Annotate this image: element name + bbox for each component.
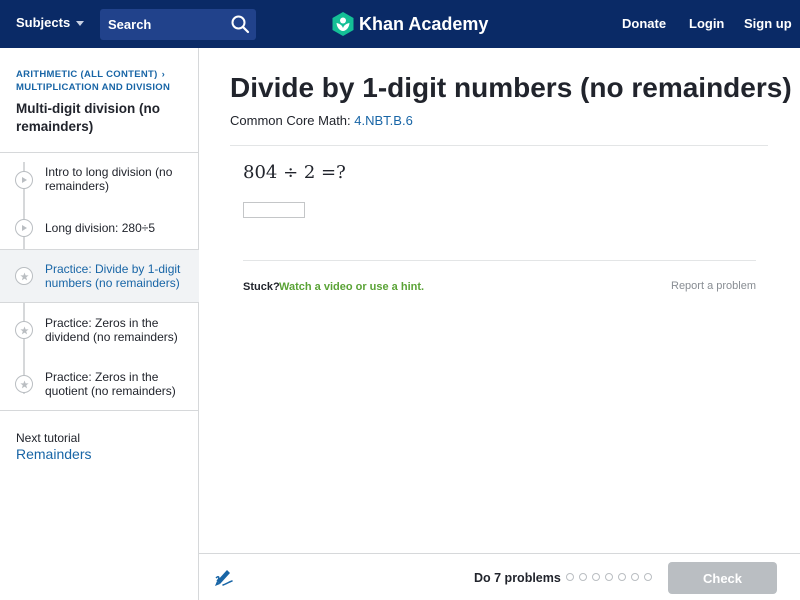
hint-link[interactable]: Watch a video or use a hint. [279, 281, 424, 293]
sidebar-divider [0, 410, 199, 411]
sidebar-item-intro-long-division[interactable]: Intro to long division (no remainders) [0, 160, 199, 204]
answer-input[interactable] [243, 202, 305, 218]
subjects-label: Subjects [16, 15, 71, 30]
report-problem-link[interactable]: Report a problem [671, 280, 756, 292]
unit-title: Multi-digit division (no remainders) [16, 101, 160, 134]
hint-divider [243, 260, 756, 261]
breadcrumb: ARITHMETIC (ALL CONTENT) › MULTIPLICATION… [16, 68, 170, 94]
signup-link[interactable]: Sign up [744, 16, 792, 31]
standard-prefix: Common Core Math: [230, 113, 351, 128]
star-icon [15, 321, 33, 339]
khan-academy-logo[interactable]: Khan Academy [332, 12, 488, 36]
common-core-standard: Common Core Math: 4.NBT.B.6 [230, 113, 413, 128]
breadcrumb-current-link[interactable]: MULTIPLICATION AND DIVISION [16, 81, 170, 94]
chevron-down-icon [76, 21, 85, 26]
donate-link[interactable]: Donate [622, 16, 666, 31]
problem-statement: 804 ÷ 2 =? [243, 162, 346, 183]
breadcrumb-parent-link[interactable]: ARITHMETIC (ALL CONTENT) [16, 69, 158, 80]
progress-dot [618, 573, 626, 581]
search-placeholder: Search [108, 17, 152, 32]
sidebar-item-label: Practice: Zeros in the dividend (no rema… [45, 316, 178, 344]
play-icon [15, 171, 33, 189]
problem-count-label: Do 7 problems [474, 571, 561, 585]
progress-dot [579, 573, 587, 581]
progress-dot [605, 573, 613, 581]
exercise-footer: Do 7 problems Check [199, 553, 800, 600]
sidebar-item-practice-zeros-quotient[interactable]: Practice: Zeros in the quotient (no rema… [0, 364, 199, 408]
content-divider [230, 145, 768, 146]
khan-leaf-icon [332, 12, 354, 36]
stuck-label: Stuck? [243, 281, 280, 293]
sidebar-item-practice-divide-1-digit[interactable]: Practice: Divide by 1-digit numbers (no … [0, 249, 199, 303]
logo-text: Khan Academy [359, 13, 489, 34]
sidebar-item-label: Intro to long division (no remainders) [45, 165, 173, 193]
standard-code-link[interactable]: 4.NBT.B.6 [354, 113, 413, 128]
sidebar-item-label: Practice: Divide by 1-digit numbers (no … [45, 262, 181, 290]
star-icon [15, 375, 33, 393]
subjects-menu-button[interactable]: Subjects [16, 15, 85, 30]
progress-dot [631, 573, 639, 581]
star-icon [15, 267, 33, 285]
tutorial-sidebar: ARITHMETIC (ALL CONTENT) › MULTIPLICATION… [0, 48, 199, 600]
sidebar-item-label: Practice: Zeros in the quotient (no rema… [45, 370, 176, 398]
top-navigation-bar: Subjects Search Khan Academy Donate Logi… [0, 0, 800, 48]
play-icon [15, 219, 33, 237]
search-icon[interactable] [230, 14, 250, 34]
progress-dot [644, 573, 652, 581]
problem-progress-dots [566, 573, 652, 581]
chevron-right-icon: › [161, 69, 166, 80]
sidebar-item-practice-zeros-dividend[interactable]: Practice: Zeros in the dividend (no rema… [0, 310, 199, 354]
sidebar-item-label: Long division: 280÷5 [45, 221, 155, 235]
next-tutorial-link[interactable]: Remainders [16, 446, 91, 462]
next-tutorial-label: Next tutorial [16, 431, 81, 445]
login-link[interactable]: Login [689, 16, 724, 31]
progress-dot [592, 573, 600, 581]
progress-dot [566, 573, 574, 581]
search-input[interactable]: Search [100, 9, 256, 40]
page-title: Divide by 1-digit numbers (no remainders… [230, 72, 792, 103]
sidebar-item-long-division-280[interactable]: Long division: 280÷5 [0, 214, 199, 244]
check-button[interactable]: Check [668, 562, 777, 594]
sidebar-divider [0, 152, 199, 153]
scratchpad-pencil-icon[interactable] [213, 566, 235, 588]
